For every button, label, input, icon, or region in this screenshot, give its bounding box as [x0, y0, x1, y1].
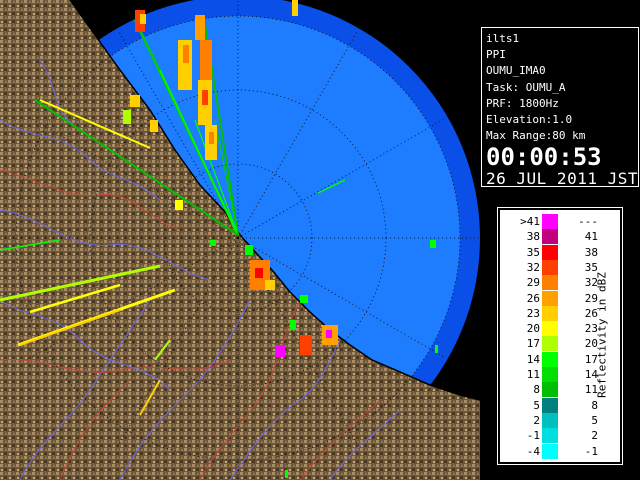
legend-color-swatch — [542, 367, 558, 382]
legend-low-value: 26 — [526, 291, 540, 305]
legend-high-value: -1 — [584, 444, 598, 458]
radar-ppi-map[interactable] — [0, 0, 480, 480]
legend-low-value: 20 — [526, 322, 540, 336]
scan-time: 00:00:53 — [486, 143, 602, 172]
legend-low-value: 32 — [526, 260, 540, 274]
legend-title-text: Reflectivity in dBZ — [595, 272, 609, 398]
scan-mode: PPI — [486, 48, 506, 62]
legend-low-value: 11 — [526, 368, 540, 381]
legend-color-swatch — [542, 443, 558, 459]
legend-color-swatch — [542, 244, 558, 260]
legend-row: -4 -1 — [500, 443, 620, 459]
legend-low-value: 14 — [526, 352, 540, 366]
legend-color-swatch — [542, 305, 558, 321]
legend-color-swatch — [542, 290, 558, 306]
scan-date: 26 JUL 2011 JST — [486, 169, 638, 189]
legend-low-value: 17 — [526, 337, 540, 351]
task-name: Task: OUMU_A — [486, 80, 566, 94]
legend-low-value: 38 — [526, 230, 540, 244]
legend-title: Reflectivity in dBZ — [592, 230, 612, 440]
legend-low-value: 8 — [533, 383, 540, 397]
legend-low-value: 5 — [533, 398, 540, 412]
legend-low-value: >41 — [520, 215, 540, 228]
legend-color-swatch — [542, 412, 558, 428]
radar-id: ilts1 — [486, 32, 520, 45]
legend-row: >41 --- — [500, 214, 620, 229]
legend-color-swatch — [542, 336, 558, 352]
legend-color-swatch — [542, 321, 558, 337]
legend-low-value: 23 — [526, 306, 540, 320]
legend-low-value: 35 — [526, 245, 540, 259]
radar-info-panel: ilts1 PPI OUMU_IMA0 Task: OUMU_A PRF: 18… — [481, 27, 639, 189]
reflectivity-legend: >41 --- 38 41 35 38 32 35 29 32 26 29 23 26 20 23 17 20 14… — [497, 207, 623, 465]
legend-color-swatch — [542, 229, 558, 245]
legend-color-swatch — [542, 351, 558, 367]
legend-color-swatch — [542, 397, 558, 413]
legend-high-value: --- — [578, 215, 598, 228]
legend-color-swatch — [542, 382, 558, 398]
max-range-value: Max Range:80 km — [486, 129, 586, 143]
legend-color-swatch — [542, 275, 558, 291]
prf-value: PRF: 1800Hz — [486, 96, 559, 110]
elevation-value: Elevation:1.0 — [486, 112, 573, 126]
legend-low-value: 29 — [526, 276, 540, 290]
legend-low-value: -1 — [526, 429, 540, 443]
legend-low-value: 2 — [533, 413, 540, 427]
legend-color-swatch — [542, 428, 558, 444]
site-name: OUMU_IMA0 — [486, 64, 546, 78]
legend-color-swatch — [542, 259, 558, 275]
legend-color-swatch — [542, 214, 558, 229]
legend-low-value: -4 — [526, 444, 540, 458]
